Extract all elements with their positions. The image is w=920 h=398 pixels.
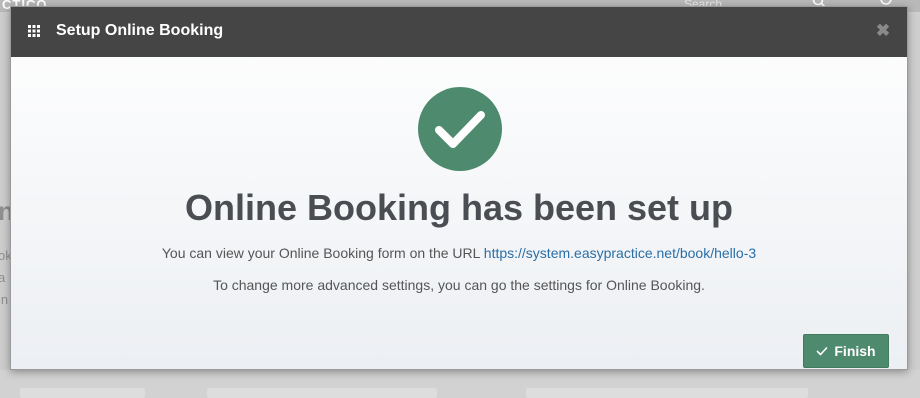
advanced-settings-message: To change more advanced settings, you ca… — [213, 277, 705, 293]
dialog-header: Setup Online Booking ✖ — [11, 7, 907, 57]
success-headline: Online Booking has been set up — [184, 187, 734, 228]
background-left-text: a — [0, 270, 6, 285]
grid-icon — [28, 25, 40, 37]
booking-url-message: You can view your Online Booking form on… — [11, 245, 907, 261]
booking-url-prefix: You can view your Online Booking form on… — [161, 245, 480, 261]
background-right-panel — [908, 12, 920, 398]
finish-button[interactable]: Finish — [803, 334, 889, 368]
background-card — [20, 388, 145, 398]
background-left-panel: n ok a in — [0, 12, 14, 398]
background-card — [526, 388, 808, 398]
check-circle-icon — [418, 87, 502, 171]
finish-button-label: Finish — [834, 343, 876, 359]
background-card — [207, 388, 437, 398]
setup-online-booking-dialog: Setup Online Booking ✖ Online Booking ha… — [10, 6, 908, 370]
check-icon — [816, 346, 828, 356]
booking-url-link[interactable]: https://system.easypractice.net/book/hel… — [484, 245, 756, 261]
close-icon[interactable]: ✖ — [875, 22, 891, 40]
dialog-title: Setup Online Booking — [56, 22, 224, 39]
background-left-text: in — [0, 292, 9, 307]
